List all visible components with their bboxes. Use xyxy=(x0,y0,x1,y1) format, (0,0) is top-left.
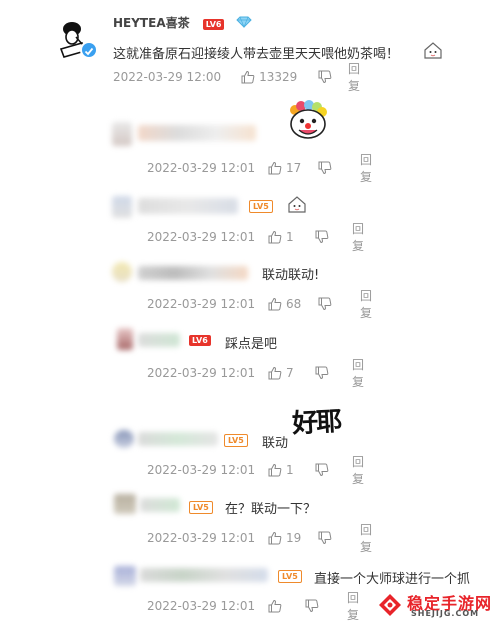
avatar[interactable] xyxy=(112,262,132,282)
like-count: 1 xyxy=(286,230,294,244)
like-button[interactable] xyxy=(268,599,286,613)
dislike-button[interactable] xyxy=(315,463,329,477)
thumbs-down-icon xyxy=(305,599,319,613)
avatar[interactable] xyxy=(112,122,132,146)
reply-button[interactable]: 回复 xyxy=(360,287,372,321)
username-blurred[interactable] xyxy=(138,432,218,446)
reply-button[interactable]: 回复 xyxy=(347,589,359,623)
reply-button[interactable]: 回复 xyxy=(352,453,364,487)
diamond-icon xyxy=(235,13,252,32)
dislike-button[interactable] xyxy=(315,366,329,380)
avatar[interactable] xyxy=(52,15,98,59)
house-sticker-icon xyxy=(423,41,443,63)
reply-timestamp: 2022-03-29 12:01 xyxy=(147,230,256,244)
avatar[interactable] xyxy=(114,566,136,586)
verified-badge-icon xyxy=(80,41,98,59)
thumbs-down-icon xyxy=(315,230,329,244)
thumbs-down-icon xyxy=(318,70,332,84)
watermark-url: SHEJIJG.COM xyxy=(411,609,480,618)
dislike-button[interactable] xyxy=(318,297,332,311)
dislike-button[interactable] xyxy=(318,70,332,84)
level-badge: LV6 xyxy=(202,19,225,30)
like-button[interactable]: 1 xyxy=(268,230,294,244)
watermark-logo-icon xyxy=(377,592,403,622)
like-button[interactable]: 7 xyxy=(268,366,294,380)
thumbs-up-icon xyxy=(268,230,282,244)
reply-text: 踩点是吧 xyxy=(225,337,278,352)
username-blurred[interactable] xyxy=(138,266,248,280)
clown-sticker-icon xyxy=(283,100,333,146)
reply-text: 直接一个大师球进行一个抓 xyxy=(314,572,471,587)
small-face-sticker-icon xyxy=(287,195,307,217)
like-button[interactable]: 13329 xyxy=(241,70,297,84)
avatar[interactable] xyxy=(114,430,134,448)
reply-button[interactable]: 回复 xyxy=(348,60,360,94)
reply-button[interactable]: 回复 xyxy=(352,356,364,390)
reply-button[interactable]: 回复 xyxy=(360,151,372,185)
reply-timestamp: 2022-03-29 12:01 xyxy=(147,531,256,545)
reply-timestamp: 2022-03-29 12:01 xyxy=(147,599,256,613)
like-button[interactable]: 1 xyxy=(268,463,294,477)
like-count: 13329 xyxy=(259,70,298,84)
reply-timestamp: 2022-03-29 12:01 xyxy=(147,297,256,311)
thumbs-down-icon xyxy=(315,463,329,477)
like-count: 1 xyxy=(286,463,294,477)
thumbs-up-icon xyxy=(268,463,282,477)
level-badge: LV6 xyxy=(189,335,211,346)
dislike-button[interactable] xyxy=(318,531,332,545)
reply-timestamp: 2022-03-29 12:01 xyxy=(147,463,256,477)
username-blurred[interactable] xyxy=(140,568,268,582)
post-timestamp: 2022-03-29 12:00 xyxy=(113,70,222,84)
username-blurred[interactable] xyxy=(140,498,180,512)
like-count: 68 xyxy=(286,297,302,311)
reply-text: 联动 xyxy=(262,436,289,451)
like-button[interactable]: 68 xyxy=(268,297,301,311)
level-badge: LV5 xyxy=(278,570,302,583)
dislike-button[interactable] xyxy=(305,599,319,613)
reply-button[interactable]: 回复 xyxy=(352,220,364,254)
thumbs-down-icon xyxy=(315,366,329,380)
avatar[interactable] xyxy=(117,328,133,350)
like-button[interactable]: 19 xyxy=(268,531,301,545)
reply-timestamp: 2022-03-29 12:01 xyxy=(147,366,256,380)
thumbs-down-icon xyxy=(318,297,332,311)
reply-button[interactable]: 回复 xyxy=(360,521,372,555)
level-badge: LV5 xyxy=(249,200,273,213)
username-blurred[interactable] xyxy=(138,333,180,347)
username-blurred[interactable] xyxy=(138,125,256,141)
thumbs-up-icon xyxy=(268,297,282,311)
level-badge: LV5 xyxy=(189,501,213,514)
thumbs-up-icon xyxy=(268,599,282,613)
watermark: 稳定手游网 SHEJIJG.COM xyxy=(377,590,495,620)
thumbs-up-icon xyxy=(241,70,255,84)
post-username[interactable]: HEYTEA喜茶 xyxy=(113,16,190,30)
thumbs-up-icon xyxy=(268,366,282,380)
hao-ye-sticker: 好耶 xyxy=(291,406,341,440)
like-count: 7 xyxy=(286,366,294,380)
like-button[interactable]: 17 xyxy=(268,161,301,175)
reply-text: 在？联动一下？ xyxy=(225,502,317,517)
like-count: 17 xyxy=(286,161,302,175)
thumbs-up-icon xyxy=(268,161,282,175)
thumbs-down-icon xyxy=(318,161,332,175)
like-count: 19 xyxy=(286,531,302,545)
avatar[interactable] xyxy=(114,494,136,514)
reply-text: 联动联动! xyxy=(262,268,320,283)
thumbs-down-icon xyxy=(318,531,332,545)
username-blurred[interactable] xyxy=(138,198,238,214)
reply-timestamp: 2022-03-29 12:01 xyxy=(147,161,256,175)
thumbs-up-icon xyxy=(268,531,282,545)
dislike-button[interactable] xyxy=(318,161,332,175)
avatar[interactable] xyxy=(112,196,132,218)
level-badge: LV5 xyxy=(224,434,248,447)
dislike-button[interactable] xyxy=(315,230,329,244)
